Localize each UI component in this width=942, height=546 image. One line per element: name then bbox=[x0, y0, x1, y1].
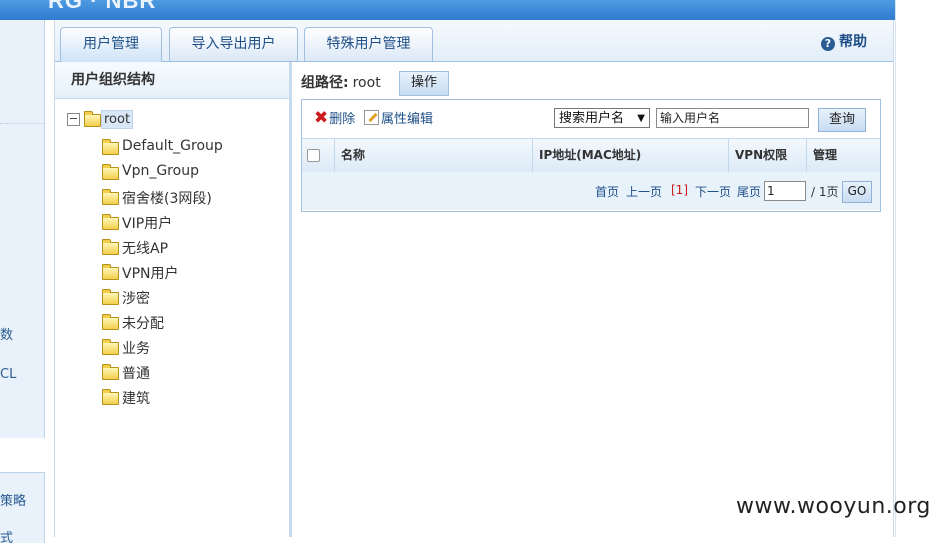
tree-node-label[interactable]: Default_Group bbox=[122, 138, 223, 154]
first-page-link[interactable]: 首页 bbox=[595, 183, 619, 200]
folder-icon bbox=[102, 189, 119, 205]
app-logo: RG · NBR bbox=[48, 0, 157, 13]
page-number-input[interactable]: 1 bbox=[764, 181, 806, 201]
grid-toolbar: ✖删除 属性编辑 搜索用户名 ▼ 输入用户名 查询 bbox=[302, 100, 880, 138]
search-input[interactable]: 输入用户名 bbox=[656, 108, 809, 128]
query-button[interactable]: 查询 bbox=[818, 108, 866, 132]
folder-icon bbox=[102, 239, 119, 255]
tree-root-label[interactable]: root bbox=[101, 110, 134, 129]
tree-node-label[interactable]: 宿舍楼(3网段) bbox=[122, 188, 212, 208]
help-label: 帮助 bbox=[839, 34, 867, 50]
edit-icon bbox=[364, 110, 379, 125]
pagination: 首页 上一页 [1] 下一页 尾页 1 / 1页 GO bbox=[302, 172, 880, 210]
tab-special-users[interactable]: 特殊用户管理 bbox=[304, 27, 433, 61]
left-nav: 数 CL bbox=[0, 20, 45, 438]
help-link[interactable]: ? 帮助 bbox=[821, 31, 867, 51]
frame-edge bbox=[895, 0, 896, 537]
prev-page-link[interactable]: 上一页 bbox=[626, 183, 662, 200]
tab-user-management[interactable]: 用户管理 bbox=[60, 27, 162, 62]
nav-item-fragment[interactable]: 数 bbox=[0, 324, 13, 343]
tree-node-label[interactable]: 涉密 bbox=[122, 288, 150, 308]
question-icon: ? bbox=[821, 37, 835, 51]
watermark: www.wooyun.org bbox=[736, 494, 931, 519]
org-tree-title: 用户组织结构 bbox=[55, 62, 289, 99]
org-tree-panel: 用户组织结构 − root Default_Group Vpn_Group 宿舍… bbox=[55, 62, 292, 537]
nav-item-fragment[interactable]: CL bbox=[0, 367, 16, 382]
folder-icon bbox=[102, 364, 119, 380]
tab-import-export[interactable]: 导入导出用户 bbox=[169, 27, 298, 61]
tab-bar: 用户管理 导入导出用户 特殊用户管理 ? 帮助 bbox=[55, 20, 893, 62]
delete-label: 删除 bbox=[329, 112, 356, 127]
delete-icon: ✖ bbox=[314, 108, 329, 128]
folder-icon bbox=[102, 214, 119, 230]
folder-icon bbox=[102, 289, 119, 305]
column-name[interactable]: 名称 bbox=[334, 139, 532, 172]
folder-icon bbox=[102, 389, 119, 405]
column-ip-mac[interactable]: IP地址(MAC地址) bbox=[532, 139, 728, 172]
edit-properties-button[interactable]: 属性编辑 bbox=[364, 108, 433, 127]
group-path-value: root bbox=[352, 75, 381, 91]
tree-node-label[interactable]: 无线AP bbox=[122, 238, 168, 258]
main-panel: 用户管理 导入导出用户 特殊用户管理 ? 帮助 用户组织结构 − root Def… bbox=[54, 20, 894, 537]
tree-node-label[interactable]: Vpn_Group bbox=[122, 163, 199, 179]
collapse-icon[interactable]: − bbox=[67, 113, 80, 126]
go-button[interactable]: GO bbox=[842, 181, 872, 203]
last-page-link[interactable]: 尾页 bbox=[737, 183, 761, 200]
tree-node-label[interactable]: 业务 bbox=[122, 338, 150, 358]
tree-node-label[interactable]: 普通 bbox=[122, 363, 150, 383]
tree-node-label[interactable]: VIP用户 bbox=[122, 213, 172, 233]
left-nav-lower: 策略 式 bbox=[0, 472, 45, 546]
current-page: [1] bbox=[671, 183, 688, 197]
tree-node-label[interactable]: VPN用户 bbox=[122, 263, 179, 283]
operation-button[interactable]: 操作 bbox=[399, 71, 449, 96]
delete-button[interactable]: ✖删除 bbox=[314, 108, 355, 128]
group-path-label: 组路径: bbox=[301, 75, 349, 91]
search-field-select[interactable]: 搜索用户名 ▼ bbox=[554, 108, 650, 128]
folder-icon bbox=[102, 339, 119, 355]
nav-divider bbox=[0, 123, 44, 124]
folder-icon bbox=[102, 314, 119, 330]
app-header: RG · NBR bbox=[0, 0, 895, 20]
column-vpn-permission[interactable]: VPN权限 bbox=[728, 139, 806, 172]
dropdown-arrow-icon: ▼ bbox=[637, 113, 645, 124]
tree-node-label[interactable]: 未分配 bbox=[122, 313, 164, 333]
total-pages: / 1页 bbox=[811, 185, 839, 199]
user-grid: ✖删除 属性编辑 搜索用户名 ▼ 输入用户名 查询 名称 IP地址(MAC地址) … bbox=[301, 99, 881, 212]
select-all-checkbox[interactable] bbox=[307, 149, 320, 162]
search-field-value: 搜索用户名 bbox=[559, 111, 625, 126]
nav-item-fragment[interactable]: 策略 bbox=[0, 490, 26, 509]
group-path: 组路径: root 操作 bbox=[301, 71, 449, 96]
folder-icon bbox=[102, 139, 119, 155]
folder-icon bbox=[102, 264, 119, 280]
tree-node-label[interactable]: 建筑 bbox=[122, 388, 150, 408]
edit-label: 属性编辑 bbox=[381, 112, 434, 127]
folder-icon bbox=[102, 164, 119, 180]
column-manage[interactable]: 管理 bbox=[806, 139, 880, 172]
next-page-link[interactable]: 下一页 bbox=[695, 183, 731, 200]
folder-icon bbox=[84, 111, 101, 127]
table-header: 名称 IP地址(MAC地址) VPN权限 管理 bbox=[302, 138, 880, 173]
